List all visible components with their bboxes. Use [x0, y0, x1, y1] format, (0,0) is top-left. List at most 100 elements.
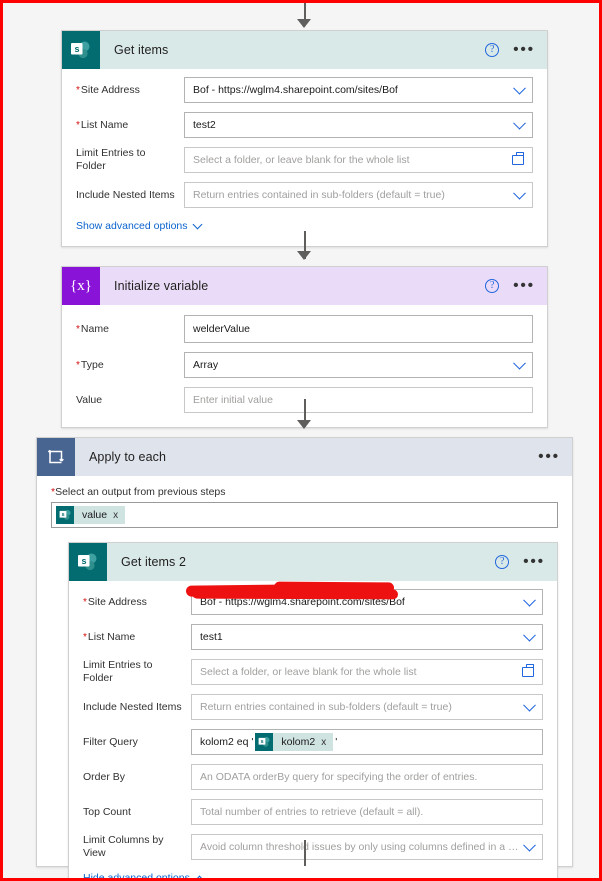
flow-designer-screenshot: s Get items ? ••• *Site Address Bof - ht… — [0, 0, 602, 881]
site-address-input[interactable]: Bof - https://wglm4.sharepoint.com/sites… — [184, 77, 533, 103]
flow-canvas: s Get items ? ••• *Site Address Bof - ht… — [3, 3, 599, 878]
help-icon[interactable]: ? — [485, 43, 500, 57]
token-label: kolom2 — [281, 736, 316, 748]
step-body-get-items: *Site Address Bof - https://wglm4.sharep… — [62, 69, 547, 246]
field-label: *Name — [76, 322, 109, 335]
field-row-limit-columns-by-view: Limit Columns by View Avoid column thres… — [83, 834, 543, 860]
step-title: Apply to each — [89, 450, 167, 464]
limit-columns-by-view-input[interactable]: Avoid column threshold issues by only us… — [191, 834, 543, 860]
svg-text:s: s — [74, 44, 79, 54]
list-name-input[interactable]: test1 — [191, 624, 543, 650]
sharepoint-icon: s — [56, 506, 74, 524]
field-label: Limit Columns by View — [83, 834, 164, 859]
variable-value-input[interactable]: Enter initial value — [184, 387, 533, 413]
top-count-input[interactable]: Total number of entries to retrieve (def… — [191, 799, 543, 825]
token-chip-value[interactable]: s value x — [56, 506, 126, 524]
field-row-include-nested-items: Include Nested Items Return entries cont… — [76, 182, 533, 208]
variable-type-input[interactable]: Array — [184, 352, 533, 378]
field-value: Bof - https://wglm4.sharepoint.com/sites… — [193, 84, 398, 96]
step-header-actions: ? ••• — [495, 554, 557, 569]
advanced-options-label: Hide advanced options — [83, 872, 190, 881]
advanced-options-label: Show advanced options — [76, 220, 188, 232]
field-row-list-name: *List Name test1 — [83, 624, 543, 650]
help-icon[interactable]: ? — [485, 279, 500, 293]
field-value: test2 — [193, 119, 216, 131]
chevron-down-icon — [192, 219, 202, 229]
order-by-input[interactable]: An ODATA orderBy query for specifying th… — [191, 764, 543, 790]
token-label: value — [82, 509, 108, 521]
connector-arrow-top — [297, 19, 311, 28]
field-placeholder: Select a folder, or leave blank for the … — [200, 666, 417, 678]
connector-arrow-2 — [297, 420, 311, 429]
site-address-input[interactable]: Bof - https://wglm4.sharepoint.com/sites… — [191, 589, 543, 615]
chevron-down-icon[interactable] — [523, 698, 536, 712]
field-label: *List Name — [83, 630, 136, 643]
chevron-down-icon[interactable] — [513, 356, 526, 370]
token-chip-kolom2[interactable]: s kolom2 x — [255, 733, 334, 751]
sharepoint-icon: s — [69, 543, 107, 581]
ellipsis-icon[interactable]: ••• — [538, 449, 560, 464]
help-icon[interactable]: ? — [495, 555, 510, 569]
field-label: Order By — [83, 770, 126, 783]
step-header-actions: ? ••• — [485, 42, 547, 57]
folder-icon[interactable] — [512, 152, 524, 165]
field-placeholder: Enter initial value — [193, 394, 273, 406]
field-label: *Site Address — [83, 595, 147, 608]
field-row-site-address: *Site Address Bof - https://wglm4.sharep… — [76, 77, 533, 103]
field-row-order-by: Order By An ODATA orderBy query for spec… — [83, 764, 543, 790]
field-placeholder: An ODATA orderBy query for specifying th… — [200, 771, 478, 783]
field-row-type: *Type Array — [76, 352, 533, 378]
field-value: test1 — [200, 631, 223, 643]
output-picker-input[interactable]: s value x — [51, 502, 558, 528]
limit-entries-to-folder-input[interactable]: Select a folder, or leave blank for the … — [184, 147, 533, 173]
hide-advanced-options-link[interactable]: Hide advanced options — [83, 872, 205, 881]
limit-entries-to-folder-input[interactable]: Select a folder, or leave blank for the … — [191, 659, 543, 685]
chevron-up-icon — [194, 875, 205, 878]
filter-query-prefix: kolom2 eq ' — [200, 736, 254, 748]
chevron-down-icon[interactable] — [513, 116, 526, 130]
field-label: *List Name — [76, 118, 129, 131]
step-header-actions: ••• — [538, 449, 572, 464]
field-placeholder: Total number of entries to retrieve (def… — [200, 806, 424, 818]
close-icon[interactable]: x — [113, 510, 125, 521]
loop-icon — [37, 438, 75, 476]
output-picker-label: *Select an output from previous steps — [51, 486, 226, 498]
step-header-actions: ? ••• — [485, 278, 547, 293]
field-label: Include Nested Items — [83, 700, 182, 713]
field-row-limit-entries-to-folder: Limit Entries to Folder Select a folder,… — [76, 147, 533, 173]
ellipsis-icon[interactable]: ••• — [513, 42, 535, 57]
field-row-list-name: *List Name test2 — [76, 112, 533, 138]
variable-name-input[interactable]: welderValue — [184, 315, 533, 343]
field-placeholder: Return entries contained in sub-folders … — [200, 701, 452, 713]
filter-query-input[interactable]: kolom2 eq ' s kolom2 x ' — [191, 729, 543, 755]
variable-icon: {x} — [62, 267, 100, 305]
chevron-down-icon[interactable] — [523, 628, 536, 642]
include-nested-items-input[interactable]: Return entries contained in sub-folders … — [191, 694, 543, 720]
step-card-get-items[interactable]: s Get items ? ••• *Site Address Bof - ht… — [61, 30, 548, 247]
ellipsis-icon[interactable]: ••• — [513, 278, 535, 293]
step-header-get-items-2[interactable]: s Get items 2 ? ••• — [69, 543, 557, 581]
step-title: Get items — [114, 43, 169, 57]
include-nested-items-input[interactable]: Return entries contained in sub-folders … — [184, 182, 533, 208]
step-card-apply-to-each[interactable]: Apply to each ••• *Select an output from… — [36, 437, 573, 878]
field-label: Filter Query — [83, 735, 138, 748]
field-row-include-nested-items: Include Nested Items Return entries cont… — [83, 694, 543, 720]
field-placeholder: Select a folder, or leave blank for the … — [193, 154, 410, 166]
field-value: Array — [193, 359, 219, 371]
chevron-down-icon[interactable] — [513, 81, 526, 95]
field-value: welderValue — [193, 323, 251, 335]
step-card-get-items-2[interactable]: s Get items 2 ? ••• *Site Address Bof - … — [68, 542, 558, 881]
step-header-get-items[interactable]: s Get items ? ••• — [62, 31, 547, 69]
chevron-down-icon[interactable] — [513, 186, 526, 200]
list-name-input[interactable]: test2 — [184, 112, 533, 138]
ellipsis-icon[interactable]: ••• — [523, 554, 545, 569]
close-icon[interactable]: x — [321, 737, 333, 748]
step-header-apply-to-each[interactable]: Apply to each ••• — [37, 438, 572, 476]
folder-icon[interactable] — [522, 664, 534, 677]
filter-query-suffix: ' — [335, 736, 338, 748]
show-advanced-options-link[interactable]: Show advanced options — [76, 219, 202, 232]
chevron-down-icon[interactable] — [523, 593, 536, 607]
step-header-initialize-variable[interactable]: {x} Initialize variable ? ••• — [62, 267, 547, 305]
sharepoint-icon: s — [62, 31, 100, 69]
field-row-name: *Name welderValue — [76, 315, 533, 343]
